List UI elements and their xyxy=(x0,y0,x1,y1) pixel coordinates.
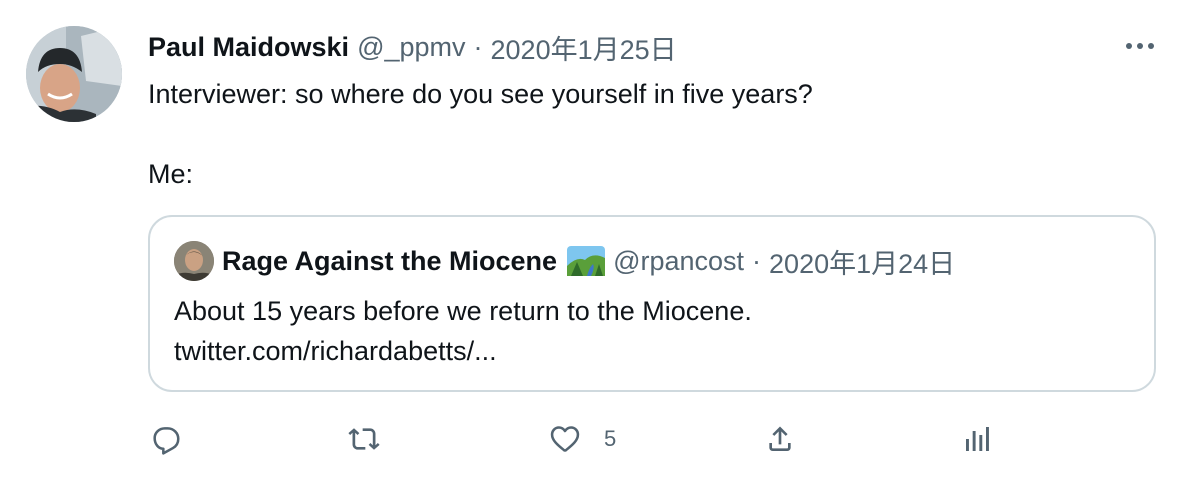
tweet-date[interactable]: 2020年1月25日 xyxy=(491,28,677,67)
quoted-tweet-link[interactable]: twitter.com/richardabetts/... xyxy=(174,331,1134,371)
reply-icon xyxy=(153,427,180,455)
analytics-icon xyxy=(966,427,989,451)
author-name[interactable]: Paul Maidowski xyxy=(148,32,349,63)
quoted-tweet-header: Rage Against the Miocene @rpancost · 202… xyxy=(222,243,955,279)
tweet-card[interactable]: Paul Maidowski @_ppmv · 2020年1月25日 Inter… xyxy=(0,0,1182,480)
tweet-header: Paul Maidowski @_ppmv · 2020年1月25日 xyxy=(148,28,677,67)
quoted-tweet-date: 2020年1月24日 xyxy=(769,248,956,279)
quoted-author-name: Rage Against the Miocene xyxy=(222,245,558,276)
quoted-tweet-text: About 15 years before we return to the M… xyxy=(174,291,1134,371)
like-count: 5 xyxy=(604,426,617,451)
author-avatar[interactable] xyxy=(26,26,122,122)
national-park-emoji-icon xyxy=(567,246,606,276)
quoted-text-line: About 15 years before we return to the M… xyxy=(174,296,752,326)
more-options-button[interactable] xyxy=(1120,30,1160,62)
quoted-author-handle: @rpancost xyxy=(613,245,745,276)
retweet-button[interactable] xyxy=(346,420,382,458)
quoted-tweet-card[interactable]: Rage Against the Miocene @rpancost · 202… xyxy=(148,215,1156,392)
tweet-text: Interviewer: so where do you see yoursel… xyxy=(148,79,813,189)
share-icon xyxy=(769,426,791,451)
author-handle[interactable]: @_ppmv xyxy=(357,32,465,63)
quoted-separator-dot: · xyxy=(752,245,762,276)
reply-button[interactable] xyxy=(150,420,182,458)
separator-dot: · xyxy=(473,31,483,62)
heart-icon xyxy=(550,426,580,452)
share-button[interactable] xyxy=(764,420,796,458)
quoted-author-avatar xyxy=(174,241,214,281)
analytics-button[interactable] xyxy=(962,420,994,458)
retweet-icon xyxy=(348,428,380,450)
like-button[interactable]: 5 xyxy=(548,420,616,458)
more-icon xyxy=(1126,43,1154,49)
